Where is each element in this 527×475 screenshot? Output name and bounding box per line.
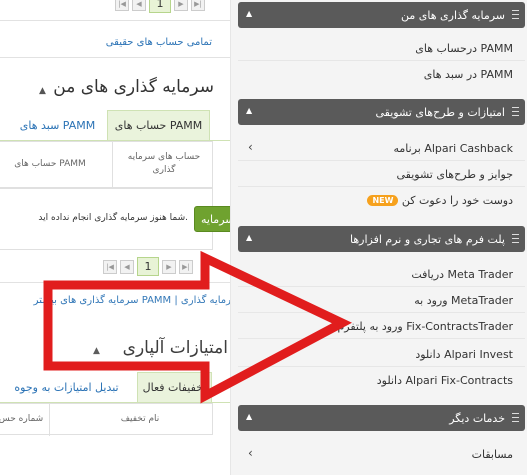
- tab-convert-points[interactable]: تبدیل امتیازات به وجوه: [0, 372, 133, 402]
- divider: [0, 282, 230, 283]
- last-page-icon[interactable]: ▶|: [191, 0, 205, 11]
- last-page-icon[interactable]: ▶|: [179, 259, 193, 274]
- section-title: پلت فرم های تجاری و نرم افزارها: [350, 233, 505, 246]
- sidebar-item-login-metatrader[interactable]: ورود به MetaTrader: [238, 289, 525, 313]
- chevron-left-icon: ‹: [248, 140, 253, 154]
- sidebar-item-label: برنامه Alpari Cashback: [393, 142, 514, 155]
- column-header: حساب های سرمایه گذاری: [127, 152, 201, 175]
- first-page-icon[interactable]: |◀: [103, 259, 117, 274]
- investments-title: سرمایه گذاری های من: [53, 77, 214, 97]
- sidebar-item-login-fix-contracts[interactable]: ورود به پلتفرم Fix-ContractsTrader: [238, 315, 525, 339]
- sidebar-item-pamm-portfolios[interactable]: در سبد های PAMM: [238, 63, 525, 87]
- chevron-left-icon: ‹: [248, 446, 253, 460]
- column-header: نام تخفیف: [120, 414, 160, 424]
- menu-icon: [512, 107, 519, 116]
- menu-icon: [512, 234, 519, 243]
- sidebar-section-bonuses[interactable]: ▲ امتیازات و طرح‌های تشویقی: [238, 99, 525, 125]
- collapse-triangle-icon[interactable]: ▲: [93, 346, 100, 356]
- sidebar-item-pamm-accounts[interactable]: درحساب های PAMM: [238, 37, 525, 61]
- sidebar-item-invite-friend[interactable]: NEW دوست خود را دعوت کن: [238, 189, 525, 213]
- tab-pamm-accounts[interactable]: حساب های PAMM: [107, 110, 210, 140]
- sidebar-item-label: درحساب های PAMM: [415, 42, 513, 55]
- next-page-icon[interactable]: ▶: [174, 0, 188, 11]
- section-title: سرمایه گذاری های من: [401, 9, 505, 22]
- collapse-triangle-icon[interactable]: ▲: [39, 86, 46, 96]
- all-real-accounts-link[interactable]: تمامی حساب های حقیقی: [106, 37, 212, 48]
- sidebar-item-label: مسابقات: [471, 448, 513, 461]
- more-pamm-links[interactable]: سرمایه گذاری های بیشتر PAMM | سرمایه گذا…: [34, 295, 230, 306]
- new-badge: NEW: [367, 195, 399, 206]
- main-content: |◀ ◀ 1 ▶ ▶| تمامی حساب های حقیقی سرمایه …: [0, 0, 230, 475]
- invest-button[interactable]: سرمایه: [194, 206, 230, 232]
- column-header: حساب های PAMM: [14, 159, 86, 169]
- next-page-icon[interactable]: ▶: [162, 259, 176, 274]
- page-number[interactable]: 1: [137, 257, 159, 276]
- sidebar-section-my-investments[interactable]: ▲ سرمایه گذاری های من: [238, 2, 525, 28]
- sidebar-item-label: دانلود Alpari Invest: [415, 348, 513, 361]
- sidebar-item-rewards[interactable]: جوایز و طرح‌های تشویقی: [238, 163, 525, 187]
- sidebar-item-label: جوایز و طرح‌های تشویقی: [396, 168, 513, 181]
- sidebar-item-label: ورود به پلتفرم Fix-ContractsTrader: [337, 320, 513, 333]
- empty-message: شما هنوز سرمایه گذاری انجام نداده اید.: [38, 213, 188, 223]
- section-title: امتیازات و طرح‌های تشویقی: [375, 106, 505, 119]
- sidebar-item-contests[interactable]: ‹ مسابقات: [238, 443, 525, 467]
- first-page-icon[interactable]: |◀: [115, 0, 129, 11]
- prev-page-icon[interactable]: ◀: [132, 0, 146, 11]
- menu-icon: [512, 10, 519, 19]
- collapse-triangle-icon: ▲: [246, 412, 253, 421]
- column-header: شماره حس: [0, 414, 44, 424]
- divider: [0, 57, 230, 58]
- sidebar-item-download-alpari-invest[interactable]: دانلود Alpari Invest: [238, 343, 525, 367]
- sidebar-item-cashback[interactable]: ‹ برنامه Alpari Cashback: [238, 137, 525, 161]
- sidebar-item-label: ورود به MetaTrader: [414, 294, 513, 307]
- sidebar-item-label: دانلود Alpari Fix-Contracts: [376, 374, 513, 387]
- pagination-bottom: |◀ ◀ 1 ▶ ▶|: [103, 257, 193, 276]
- sidebar-section-other-services[interactable]: ▲ خدمات دیگر: [238, 405, 525, 431]
- section-title: خدمات دیگر: [449, 412, 505, 425]
- collapse-triangle-icon: ▲: [246, 9, 253, 18]
- sidebar-item-download-fix-contracts[interactable]: دانلود Alpari Fix-Contracts: [238, 369, 525, 393]
- prev-page-icon[interactable]: ◀: [120, 259, 134, 274]
- divider: [0, 20, 230, 21]
- tab-pamm-portfolios[interactable]: سبد های PAMM: [10, 110, 105, 140]
- sidebar-item-download-metatrader[interactable]: دریافت Meta Trader: [238, 263, 525, 287]
- pagination-top: |◀ ◀ 1 ▶ ▶|: [115, 0, 205, 13]
- sidebar-item-label: NEW دوست خود را دعوت کن: [364, 194, 513, 207]
- tab-active-discounts[interactable]: تخفیفات فعال: [137, 372, 212, 402]
- menu-icon: [512, 413, 519, 422]
- collapse-triangle-icon: ▲: [246, 233, 253, 242]
- sidebar-section-platforms[interactable]: ▲ پلت فرم های تجاری و نرم افزارها: [238, 226, 525, 252]
- collapse-triangle-icon: ▲: [246, 106, 253, 115]
- page-number[interactable]: 1: [149, 0, 171, 13]
- bonus-title: امتیازات آلپاری: [122, 338, 228, 358]
- sidebar-item-text: دوست خود را دعوت کن: [401, 194, 513, 207]
- sidebar-item-label: دریافت Meta Trader: [411, 268, 513, 281]
- sidebar-item-label: در سبد های PAMM: [423, 68, 513, 81]
